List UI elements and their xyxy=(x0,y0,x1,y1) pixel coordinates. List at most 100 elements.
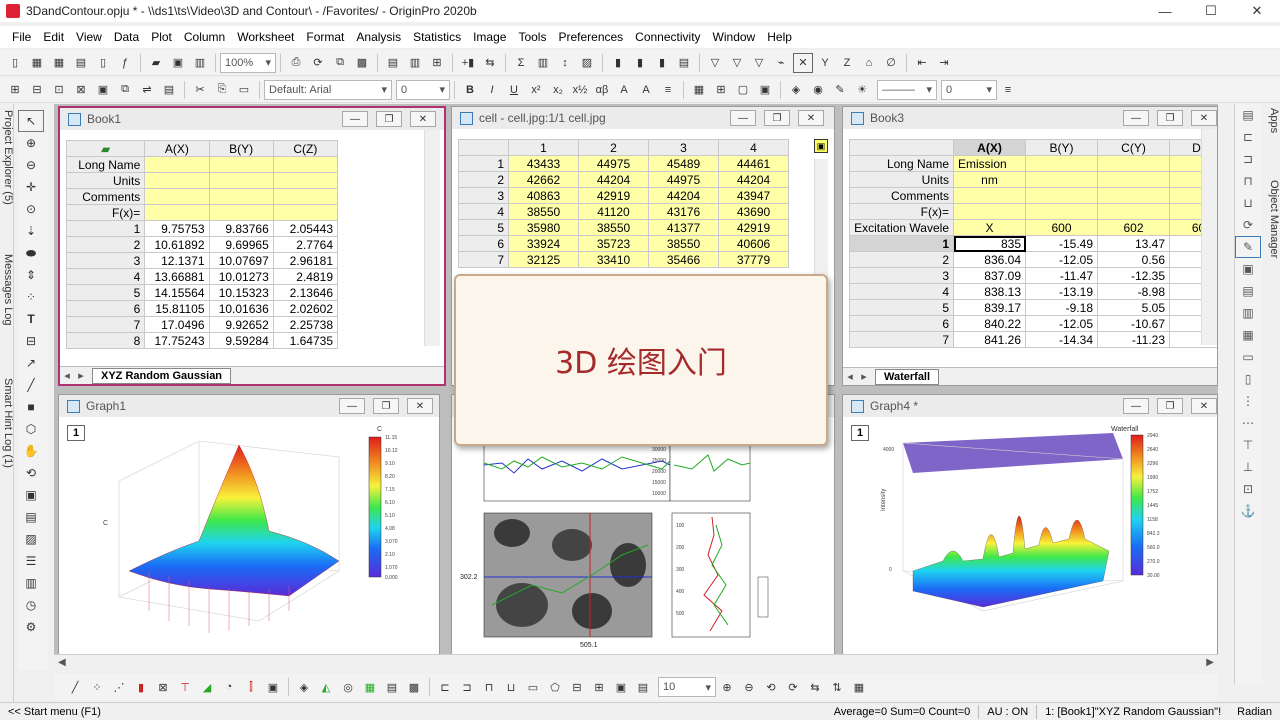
link-icon[interactable]: ⧉ xyxy=(115,80,135,100)
layer-up-icon[interactable]: ⊤ xyxy=(1235,434,1261,456)
cell[interactable]: 41377 xyxy=(648,219,719,236)
distribute-icon[interactable]: ⋮ xyxy=(1235,390,1261,412)
command-window-icon[interactable]: ▥ xyxy=(405,53,425,73)
fill-color-icon[interactable]: ◈ xyxy=(786,80,806,100)
arrange-icon[interactable]: ⊡ xyxy=(49,80,69,100)
cell[interactable]: 42919 xyxy=(718,219,789,236)
z-axis-icon[interactable]: Z xyxy=(837,53,857,73)
settings-icon[interactable]: ⚙ xyxy=(18,616,44,638)
tab-prev-icon[interactable]: ◂ xyxy=(843,370,857,383)
cell[interactable]: 17.0496 xyxy=(144,316,210,333)
save-icon[interactable]: ▣ xyxy=(168,53,188,73)
cell[interactable]: 43690 xyxy=(718,203,789,220)
cell[interactable]: 841.26 xyxy=(953,331,1026,348)
normalize-icon[interactable]: ▨ xyxy=(577,53,597,73)
column-chart-icon[interactable]: ▮ xyxy=(630,53,650,73)
scroll-left-icon[interactable]: ◀ xyxy=(58,657,66,668)
cell[interactable]: 10.07697 xyxy=(208,252,274,269)
cell[interactable]: 9.59284 xyxy=(208,332,274,349)
book1-minimize-button[interactable]: — xyxy=(342,111,368,127)
cell[interactable]: -14.34 xyxy=(1025,331,1098,348)
graph4-close-button[interactable]: ✕ xyxy=(1191,398,1217,414)
merge-cells-icon[interactable]: ▣ xyxy=(755,80,775,100)
layout-icon[interactable]: ▤ xyxy=(674,53,694,73)
cell[interactable] xyxy=(1025,155,1098,172)
menu-connectivity[interactable]: Connectivity xyxy=(629,30,706,44)
boxplot-icon[interactable]: ⊤ xyxy=(175,677,195,697)
ungroup-objects-icon[interactable]: ⊟ xyxy=(567,677,587,697)
start-menu-hint[interactable]: << Start menu (F1) xyxy=(0,706,826,718)
cell-minimize-button[interactable]: — xyxy=(730,110,756,126)
bold-button[interactable]: B xyxy=(460,80,480,100)
cell[interactable]: 9.69965 xyxy=(208,236,274,253)
align-bottom-objects-icon[interactable]: ⊔ xyxy=(501,677,521,697)
row-number[interactable]: 2 xyxy=(458,171,509,188)
menu-worksheet[interactable]: Worksheet xyxy=(231,30,300,44)
project-explorer-icon[interactable]: ⊞ xyxy=(427,53,447,73)
results-log-icon[interactable]: ▤ xyxy=(383,53,403,73)
tab-next-icon[interactable]: ▸ xyxy=(74,369,88,382)
meta-row-label[interactable]: Comments xyxy=(65,188,146,205)
new-function-icon[interactable]: ƒ xyxy=(115,53,135,73)
tab-next-icon[interactable]: ▸ xyxy=(857,370,871,383)
subscript-icon[interactable]: x₂ xyxy=(548,80,568,100)
cell[interactable]: 38550 xyxy=(648,235,719,252)
column-header-selected[interactable]: A(X) xyxy=(953,139,1026,156)
cell[interactable] xyxy=(208,188,274,205)
row-number[interactable]: 2 xyxy=(65,236,146,253)
row-number[interactable]: 1 xyxy=(458,155,509,172)
line-plot-icon[interactable]: ╱ xyxy=(65,677,85,697)
same-size-icon[interactable]: ▭ xyxy=(523,677,543,697)
cell[interactable]: 14.15564 xyxy=(144,284,210,301)
contour-plot-icon[interactable]: ◎ xyxy=(338,677,358,697)
increase-size-icon[interactable]: ⊕ xyxy=(717,677,737,697)
graph4-window[interactable]: Graph4 * — ❐ ✕ 1 Intensity 4000 0 Waterf… xyxy=(842,394,1218,656)
copy-icon[interactable]: ⎘ xyxy=(212,80,232,100)
scroll-right-icon[interactable]: ▶ xyxy=(1206,657,1214,668)
superscript-icon[interactable]: x² xyxy=(526,80,546,100)
same-height-icon[interactable]: ▯ xyxy=(1235,368,1261,390)
supsub-icon[interactable]: x½ xyxy=(570,80,590,100)
cell[interactable]: X xyxy=(953,219,1026,236)
graph4-minimize-button[interactable]: — xyxy=(1123,398,1149,414)
histogram-icon[interactable]: ▮ xyxy=(652,53,672,73)
menu-plot[interactable]: Plot xyxy=(145,30,178,44)
area-plot-icon[interactable]: ◢ xyxy=(197,677,217,697)
increase-font-icon[interactable]: A xyxy=(614,80,634,100)
cell-profile-plot[interactable]: 30000 25000 20000 15000 10000 302.2 505.… xyxy=(452,435,835,656)
cell[interactable]: 840.22 xyxy=(953,315,1026,332)
statistics-icon[interactable]: ▥ xyxy=(533,53,553,73)
cell[interactable]: 35723 xyxy=(578,235,649,252)
ungroup-icon[interactable]: ▤ xyxy=(1235,280,1261,302)
column-plot-icon[interactable]: ▮ xyxy=(131,677,151,697)
cell[interactable] xyxy=(144,188,210,205)
cell[interactable]: -12.35 xyxy=(1097,267,1170,284)
surface-plot-icon[interactable]: ◭ xyxy=(316,677,336,697)
cell[interactable]: 2.05443 xyxy=(272,220,339,237)
column-header[interactable]: 1 xyxy=(508,139,579,156)
meta-row-label[interactable]: F(x)= xyxy=(65,204,146,221)
row-number[interactable]: 5 xyxy=(65,284,146,301)
menu-help[interactable]: Help xyxy=(761,30,798,44)
arrow-tool-icon[interactable]: ↗ xyxy=(18,352,44,374)
waterfall-plot-icon[interactable]: ▤ xyxy=(382,677,402,697)
polar-plot-icon[interactable]: ◔ xyxy=(219,677,239,697)
line-width-combo[interactable]: 0 ▾ xyxy=(941,79,997,100)
cell[interactable]: 38550 xyxy=(508,203,579,220)
italic-button[interactable]: I xyxy=(482,80,502,100)
pattern-icon[interactable]: ▦ xyxy=(689,80,709,100)
menu-statistics[interactable]: Statistics xyxy=(407,30,467,44)
cell[interactable] xyxy=(953,187,1026,204)
cell[interactable]: 44204 xyxy=(718,171,789,188)
cell[interactable]: 44204 xyxy=(578,171,649,188)
cell[interactable] xyxy=(208,156,274,173)
new-graph-icon[interactable]: ▤ xyxy=(71,53,91,73)
cell[interactable]: 13.47 xyxy=(1097,235,1170,252)
tab-prev-icon[interactable]: ◂ xyxy=(60,369,74,382)
label-icon[interactable]: ⌂ xyxy=(859,53,879,73)
cell[interactable] xyxy=(272,172,339,189)
new-project-icon[interactable]: ▯ xyxy=(5,53,25,73)
cell[interactable]: 9.75753 xyxy=(144,220,210,237)
graph4-waterfall-3d-plot[interactable]: Intensity 4000 0 Waterfall 2940 2640 229… xyxy=(873,421,1213,653)
object-icon[interactable]: ▨ xyxy=(18,528,44,550)
